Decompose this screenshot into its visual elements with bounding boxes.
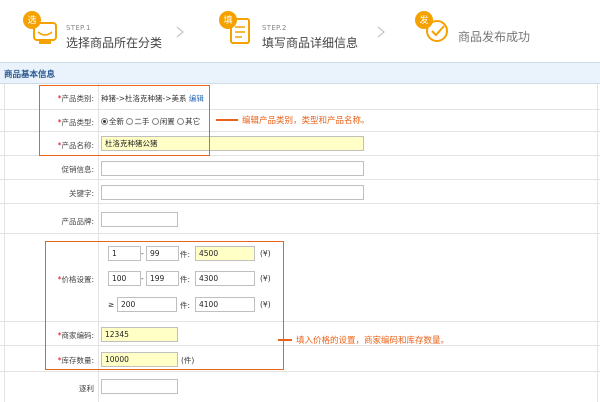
brand-input[interactable] (101, 212, 178, 227)
row-keywords: 关键字: (0, 180, 600, 204)
chevron-right-icon (176, 26, 184, 38)
step-2-title: 填写商品详细信息 (262, 36, 359, 50)
step-1-number: STEP.1 (66, 24, 91, 32)
step-3: 发 商品发布成功 (414, 10, 584, 54)
annotation-line (216, 119, 238, 121)
section-title: 商品基本信息 (4, 70, 56, 80)
keywords-input[interactable] (101, 185, 364, 200)
annotation-top: 编辑产品类别，类型和产品名称。 (242, 116, 370, 126)
step-3-title: 商品发布成功 (458, 30, 531, 44)
chevron-right-icon (377, 26, 385, 38)
step-progress: 选 STEP.1 选择商品所在分类 填 STEP.2 填写商品详细信息 发 商品… (0, 0, 600, 60)
step-2-number: STEP.2 (262, 24, 287, 32)
keywords-label: 关键字: (68, 189, 94, 198)
annotation-bottom: 填入价格的设置，商家编码和库存数量。 (296, 336, 450, 346)
row-profit: 逐利 (0, 372, 600, 402)
svg-text:填: 填 (223, 14, 232, 26)
section-header: 商品基本信息 (0, 62, 600, 84)
publish-success-icon: 发 (415, 11, 448, 42)
highlight-box (45, 241, 284, 370)
step-1-title: 选择商品所在分类 (66, 36, 163, 50)
promo-label: 促销信息: (61, 165, 94, 174)
row-brand: 产品品牌: (0, 204, 600, 234)
brand-label: 产品品牌: (61, 217, 94, 226)
promo-input[interactable] (101, 161, 364, 176)
select-category-icon: 选 (23, 11, 57, 44)
step-1: 选 STEP.1 选择商品所在分类 (22, 10, 192, 54)
svg-text:选: 选 (27, 14, 36, 26)
profit-input[interactable] (101, 379, 178, 394)
profit-label: 逐利 (79, 384, 94, 393)
fill-details-icon: 填 (219, 11, 250, 44)
highlight-box (39, 85, 210, 156)
svg-text:发: 发 (419, 14, 428, 26)
annotation-line (278, 339, 292, 341)
row-promo: 促销信息: (0, 156, 600, 180)
step-2: 填 STEP.2 填写商品详细信息 (218, 10, 388, 54)
